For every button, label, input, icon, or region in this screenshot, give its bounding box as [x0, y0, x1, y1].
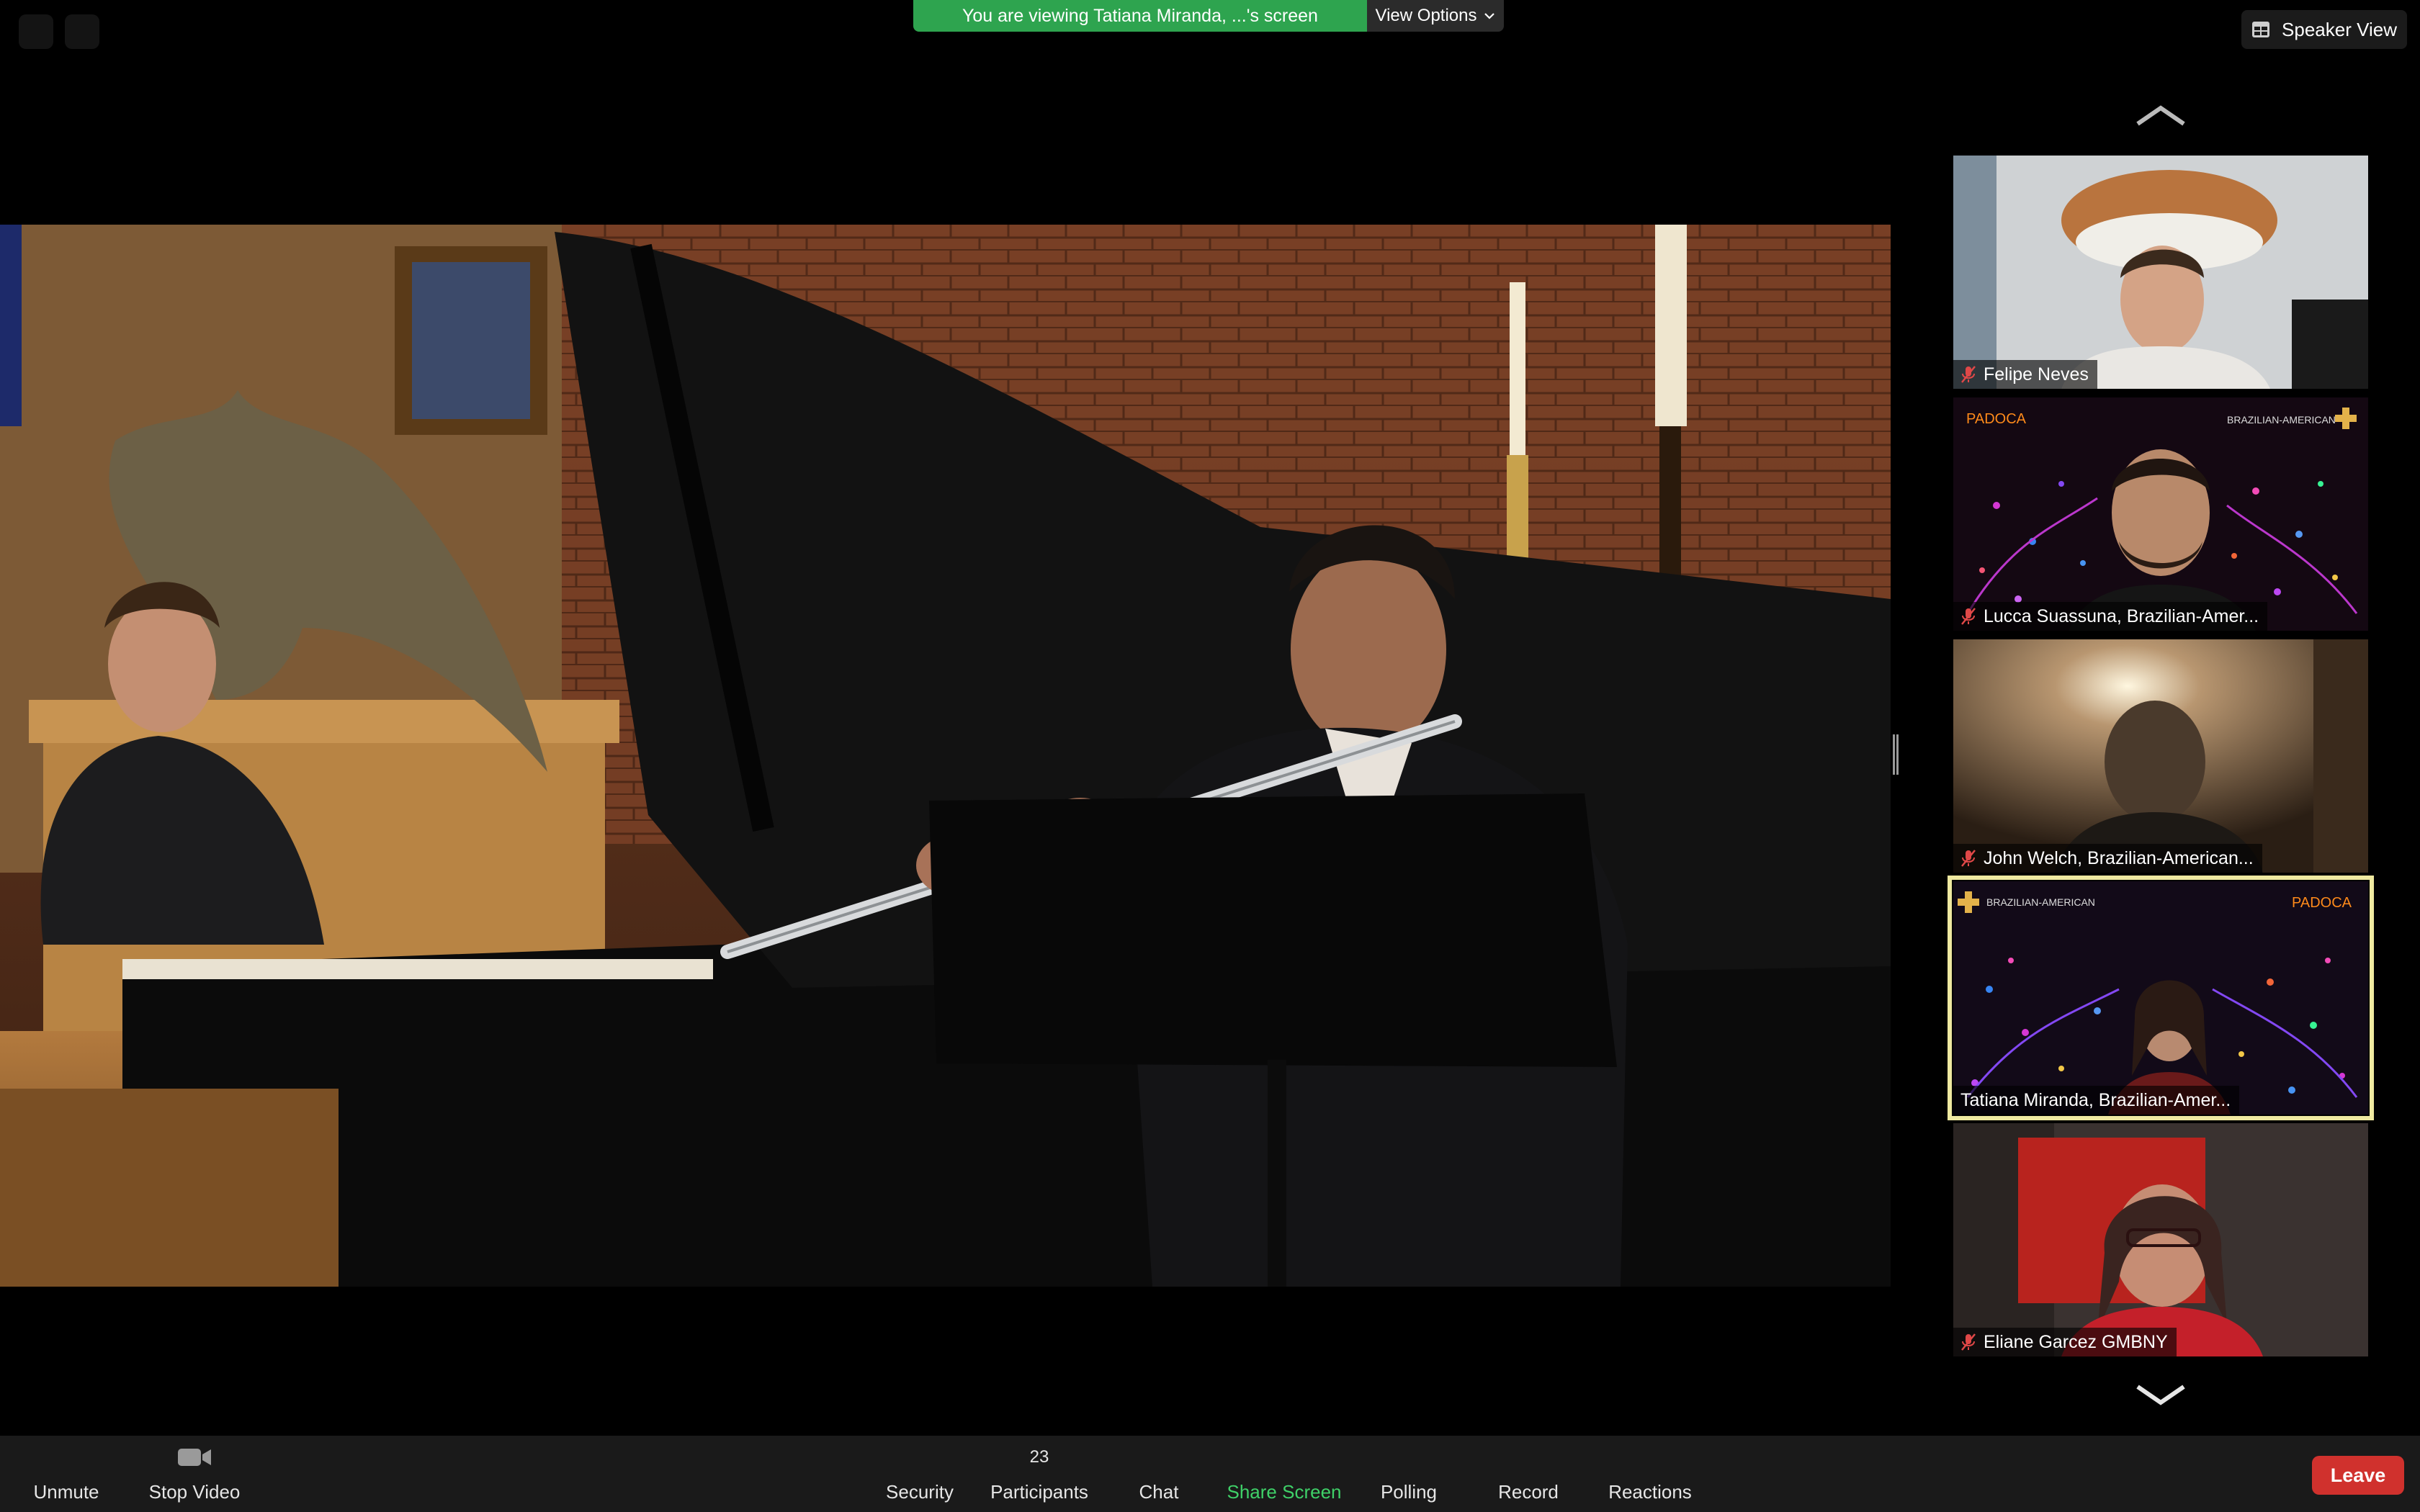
participant-name: Felipe Neves [1984, 364, 2089, 384]
participants-button[interactable]: 23 Participants [984, 1436, 1095, 1512]
muted-microphone-icon [1961, 608, 1976, 625]
stop-video-button[interactable]: Stop Video [137, 1436, 252, 1512]
participant-video: PADOCA BRAZILIAN-AMERICAN [1953, 397, 2368, 631]
reactions-label: Reactions [1608, 1481, 1692, 1503]
muted-microphone-icon [1961, 1333, 1976, 1351]
shared-screen-video [0, 225, 1891, 1287]
participant-video [1953, 156, 2368, 389]
screen-share-banner: You are viewing Tatiana Miranda, ...'s s… [913, 0, 1504, 32]
stop-video-label: Stop Video [148, 1481, 241, 1503]
participant-video [1953, 639, 2368, 873]
participants-count: 23 [1029, 1447, 1049, 1467]
participant-name-label: Tatiana Miranda, Brazilian-Amer... [1953, 1086, 2240, 1115]
leave-button[interactable]: Leave [2312, 1456, 2404, 1495]
unmute-label: Unmute [33, 1481, 99, 1503]
chevron-down-icon [1484, 13, 1495, 19]
chat-label: Chat [1139, 1481, 1179, 1503]
performance-scene [0, 225, 1891, 1287]
window-button[interactable] [19, 14, 53, 49]
chevron-down-icon[interactable] [2132, 1381, 2190, 1410]
participant-tile[interactable]: John Welch, Brazilian-American... [1953, 639, 2368, 873]
padoca-logo: PADOCA [2292, 895, 2352, 911]
participant-name-label: Lucca Suassuna, Brazilian-Amer... [1953, 602, 2268, 631]
reactions-button[interactable]: Reactions [1603, 1436, 1697, 1512]
chamber-logo: BRAZILIAN-AMERICAN [1986, 896, 2095, 908]
screen-share-message: You are viewing Tatiana Miranda, ...'s s… [913, 0, 1367, 32]
participant-name-label: Eliane Garcez GMBNY [1953, 1328, 2177, 1356]
chevron-up-icon[interactable] [2132, 101, 2190, 130]
security-button[interactable]: Security [874, 1436, 965, 1512]
participant-tile-active-speaker[interactable]: BRAZILIAN-AMERICAN PADOCA Tatiana Mirand… [1948, 876, 2374, 1120]
chamber-logo: BRAZILIAN-AMERICAN [2227, 414, 2336, 426]
chat-button[interactable]: Chat [1128, 1436, 1190, 1512]
share-screen-label: Share Screen [1227, 1481, 1342, 1503]
participant-name: Eliane Garcez GMBNY [1984, 1331, 2168, 1352]
unmute-button[interactable]: Unmute [23, 1436, 109, 1512]
participant-tile[interactable]: Eliane Garcez GMBNY [1953, 1123, 2368, 1356]
grid-icon [2252, 22, 2270, 37]
window-button[interactable] [65, 14, 99, 49]
participant-name: Tatiana Miranda, Brazilian-Amer... [1960, 1089, 2231, 1110]
polling-label: Polling [1380, 1481, 1438, 1503]
participant-name-label: John Welch, Brazilian-American... [1953, 844, 2262, 873]
speaker-view-label: Speaker View [2282, 18, 2397, 40]
record-button[interactable]: Record [1494, 1436, 1563, 1512]
participant-name: Lucca Suassuna, Brazilian-Amer... [1984, 606, 2259, 626]
participants-label: Participants [990, 1481, 1088, 1503]
meeting-toolbar: Unmute Stop Video Security 23 Participan… [0, 1436, 2420, 1512]
participant-video [1953, 1123, 2368, 1356]
participant-tile[interactable]: Felipe Neves [1953, 156, 2368, 389]
polling-button[interactable]: Polling [1373, 1436, 1445, 1512]
view-options-button[interactable]: View Options [1367, 0, 1504, 32]
view-options-label: View Options [1375, 6, 1477, 25]
speaker-view-button[interactable]: Speaker View [2241, 10, 2407, 49]
share-screen-button[interactable]: Share Screen [1220, 1436, 1348, 1512]
participant-name: John Welch, Brazilian-American... [1984, 847, 2254, 868]
padoca-logo: PADOCA [1966, 411, 2027, 427]
participant-name-label: Felipe Neves [1953, 360, 2097, 389]
video-camera-icon [178, 1449, 211, 1466]
resize-handle[interactable] [1893, 734, 1899, 775]
muted-microphone-icon [1961, 366, 1976, 383]
participant-tile[interactable]: PADOCA BRAZILIAN-AMERICAN Lucca Suassuna… [1953, 397, 2368, 631]
record-label: Record [1498, 1481, 1559, 1503]
security-label: Security [886, 1481, 954, 1503]
muted-microphone-icon [1961, 850, 1976, 867]
participant-video: BRAZILIAN-AMERICAN PADOCA [1953, 881, 2368, 1115]
